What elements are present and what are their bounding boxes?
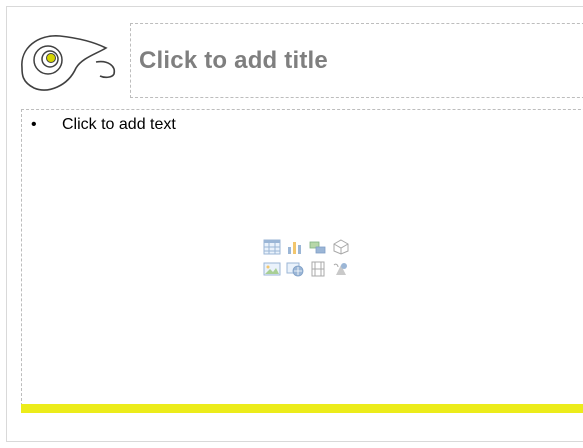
table-icon[interactable] <box>262 238 282 256</box>
icons-icon[interactable] <box>331 260 351 278</box>
video-icon[interactable] <box>308 260 328 278</box>
title-placeholder[interactable]: Click to add title <box>130 23 583 98</box>
content-placeholder-text: Click to add text <box>62 116 176 133</box>
3d-model-icon[interactable] <box>331 238 351 256</box>
chart-icon[interactable] <box>285 238 305 256</box>
insert-content-icons <box>262 238 354 282</box>
online-picture-icon[interactable] <box>285 260 305 278</box>
bullet-item: • Click to add text <box>28 116 176 134</box>
accent-bar <box>21 404 583 413</box>
bullet-glyph: • <box>31 116 37 133</box>
picture-icon[interactable] <box>262 260 282 278</box>
title-placeholder-text: Click to add title <box>139 46 328 74</box>
content-placeholder[interactable]: • Click to add text <box>21 109 583 406</box>
spiral-logo-icon <box>21 35 116 91</box>
smartart-icon[interactable] <box>308 238 328 256</box>
